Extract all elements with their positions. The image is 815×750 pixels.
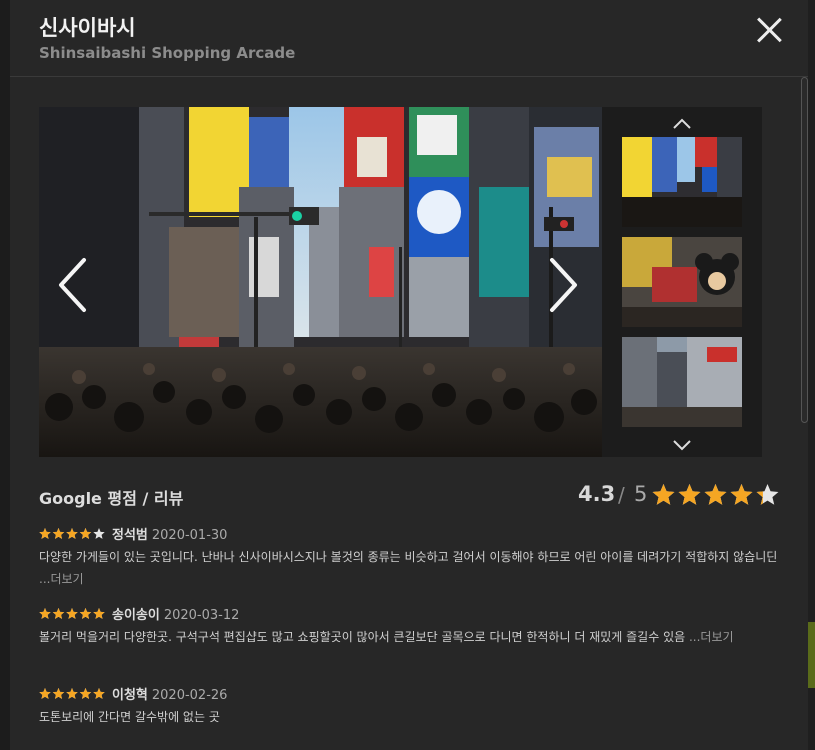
review-author: 정석범 2020-01-30 — [112, 524, 227, 543]
review-author: 송이송이 2020-03-12 — [112, 604, 239, 623]
modal-scrollbar[interactable] — [801, 77, 808, 423]
thumbnail-2[interactable] — [622, 237, 742, 327]
star-icon — [66, 688, 78, 699]
review-text: 도톤보리에 간다면 갈수밖에 없는 곳 — [39, 706, 784, 728]
thumbnail-1[interactable] — [622, 137, 742, 227]
review-author-name: 송이송이 — [112, 608, 160, 623]
scrollbar-thumb[interactable] — [801, 77, 808, 423]
thumbnail-3[interactable] — [622, 337, 742, 427]
review-date: 2020-02-26 — [151, 688, 228, 703]
star-icon — [39, 528, 51, 539]
star-icon — [652, 484, 675, 505]
review-stars — [39, 608, 105, 619]
review-text: 다양한 가게들이 있는 곳입니다. 난바나 신사이바시스지나 볼것의 종류는 비… — [39, 546, 784, 590]
star-icon — [66, 528, 78, 539]
review-text: 볼거리 먹을거리 다양한곳. 구석구석 편집샵도 많고 쇼핑할곳이 많아서 큰길… — [39, 626, 784, 648]
place-name-korean: 신사이바시 — [39, 16, 136, 40]
star-icon — [52, 528, 65, 539]
background-left-strip — [0, 0, 10, 750]
star-icon — [52, 608, 65, 619]
rating-score: 4.3 — [578, 482, 616, 506]
star-icon — [93, 608, 105, 619]
review-author-name: 정석범 — [112, 528, 148, 543]
chevron-down-icon[interactable] — [672, 436, 692, 451]
chevron-left-icon[interactable] — [57, 257, 87, 313]
background-green-block — [808, 622, 815, 688]
review-body: 다양한 가게들이 있는 곳입니다. 난바나 신사이바시스지나 볼것의 종류는 비… — [39, 550, 778, 564]
main-photo — [39, 107, 602, 457]
rating-section-title: Google 평점 / 리뷰 — [39, 489, 184, 508]
modal-header: 신사이바시 Shinsaibashi Shopping Arcade — [10, 0, 808, 77]
star-icon — [678, 484, 701, 505]
rating-separator: / — [618, 483, 625, 507]
review-author-name: 이청혁 — [112, 688, 148, 703]
photo-gallery — [39, 107, 762, 457]
star-icon — [79, 608, 92, 619]
rating-max: 5 — [634, 482, 648, 506]
thumbnail-panel — [602, 107, 762, 457]
star-icon — [52, 688, 65, 699]
close-icon[interactable] — [755, 16, 783, 44]
chevron-right-icon[interactable] — [549, 257, 579, 313]
chevron-up-icon[interactable] — [672, 115, 692, 129]
review-date: 2020-03-12 — [163, 608, 240, 623]
review-date: 2020-01-30 — [151, 528, 228, 543]
place-name-english: Shinsaibashi Shopping Arcade — [39, 44, 296, 62]
star-icon — [79, 528, 92, 539]
star-empty-icon — [93, 528, 105, 539]
star-icon — [39, 688, 51, 699]
read-more-link[interactable]: ...더보기 — [689, 630, 734, 644]
star-icon — [79, 688, 92, 699]
review-body: 도톤보리에 간다면 갈수밖에 없는 곳 — [39, 710, 220, 724]
read-more-link[interactable]: ...더보기 — [39, 572, 84, 586]
review-stars — [39, 528, 105, 539]
street-photo-image — [39, 107, 602, 457]
review-body: 볼거리 먹을거리 다양한곳. 구석구석 편집샵도 많고 쇼핑할곳이 많아서 큰길… — [39, 630, 689, 644]
star-icon — [66, 608, 78, 619]
star-icon — [730, 484, 753, 505]
star-icon — [704, 484, 727, 505]
star-icon — [39, 608, 51, 619]
place-detail-modal: 신사이바시 Shinsaibashi Shopping Arcade Googl… — [10, 0, 808, 750]
review-author: 이청혁 2020-02-26 — [112, 684, 227, 703]
review-stars — [39, 688, 105, 699]
star-icon — [93, 688, 105, 699]
rating-stars — [652, 484, 779, 505]
